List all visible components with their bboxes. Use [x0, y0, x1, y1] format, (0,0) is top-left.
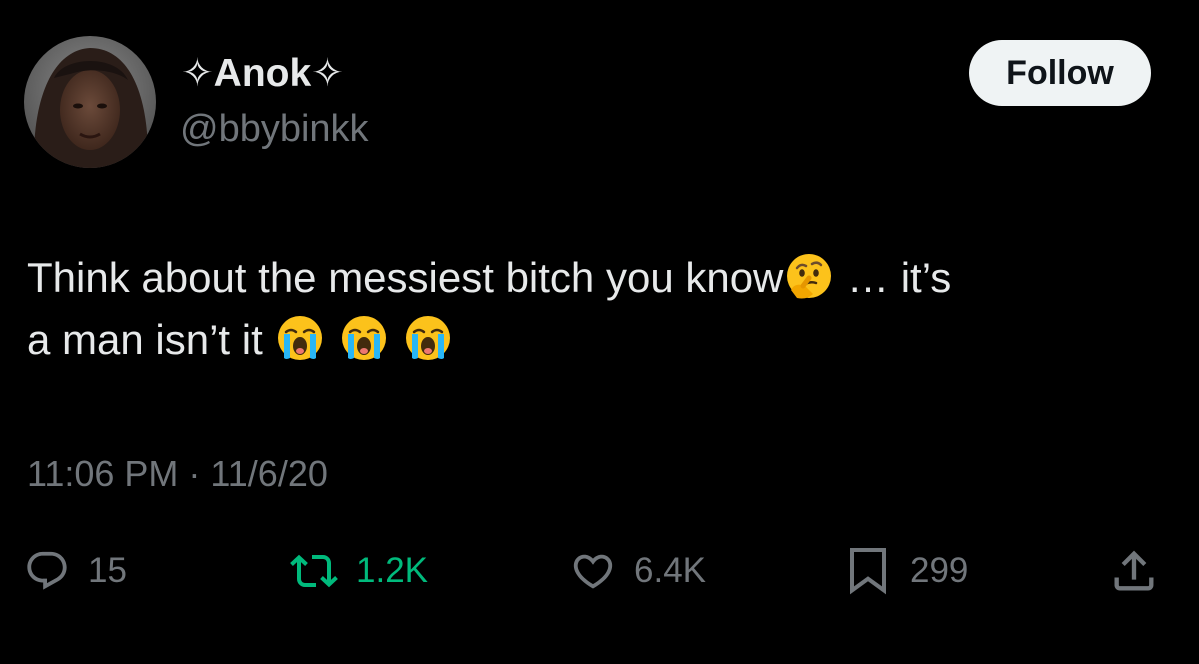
tweet-timestamp[interactable]: 11:06 PM · 11/6/20 [27, 452, 328, 496]
tweet-date: 11/6/20 [210, 453, 328, 494]
retweet-icon [290, 554, 338, 588]
tweet-text-line1-tail: … it’s [835, 254, 952, 301]
thinking-face-emoji-icon [783, 250, 835, 302]
tweet-time: 11:06 PM [27, 453, 179, 494]
share-icon [1114, 550, 1154, 591]
reply-button[interactable]: 15 [24, 543, 127, 599]
bookmark-button[interactable]: 299 [844, 543, 968, 599]
bookmark-icon [850, 548, 886, 595]
bookmark-count: 299 [910, 551, 969, 590]
heart-icon [573, 554, 613, 589]
user-handle[interactable]: @bbybinkk [180, 106, 369, 152]
avatar-image [24, 36, 156, 168]
reply-icon [27, 551, 67, 590]
share-button[interactable] [1108, 543, 1160, 599]
follow-button[interactable]: Follow [969, 40, 1151, 106]
like-count: 6.4K [634, 551, 706, 590]
retweet-count: 1.2K [356, 551, 428, 590]
loudly-crying-face-emoji-icon [274, 312, 326, 364]
retweet-button[interactable]: 1.2K [290, 543, 428, 599]
avatar[interactable] [24, 36, 156, 168]
timestamp-separator: · [178, 453, 211, 494]
loudly-crying-face-emoji-icon [338, 312, 390, 364]
tweet-text-line1: Think about the messiest bitch you know [27, 254, 784, 301]
like-button[interactable]: 6.4K [570, 543, 706, 599]
tweet-text-line2: a man isn’t it [27, 316, 275, 363]
loudly-crying-face-emoji-icon [402, 312, 454, 364]
display-name[interactable]: ✧Anok✧ [181, 50, 344, 98]
reply-count: 15 [88, 551, 127, 590]
tweet-text: Think about the messiest bitch you know … [27, 247, 1167, 371]
